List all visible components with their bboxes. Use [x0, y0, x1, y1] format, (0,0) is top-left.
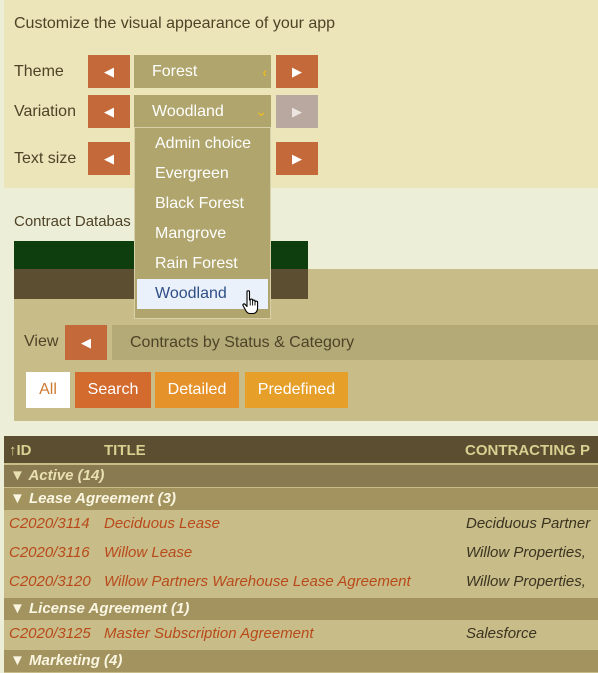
group-row-license[interactable]: ▼ License Agreement (1): [4, 598, 598, 620]
arrow-left-icon: ◀: [104, 103, 114, 119]
variation-select[interactable]: Woodland ⌄: [134, 95, 271, 128]
contract-database-label: Contract Databas: [14, 213, 131, 230]
chevron-down-icon: ⌄: [255, 103, 267, 119]
dropdown-option-admin-choice[interactable]: Admin choice: [135, 129, 270, 159]
textsize-decrease-button[interactable]: ◀: [88, 142, 130, 175]
row-id-link[interactable]: C2020/3125: [9, 620, 91, 648]
dropdown-option-rain-forest[interactable]: Rain Forest: [135, 249, 270, 279]
variation-prev-button[interactable]: ◀: [88, 95, 130, 128]
tab-predefined[interactable]: Predefined: [245, 372, 348, 408]
dropdown-option-mangrove[interactable]: Mangrove: [135, 219, 270, 249]
row-party: Deciduous Partner: [466, 515, 591, 532]
row-id-link[interactable]: C2020/3114: [9, 510, 90, 538]
variation-next-button[interactable]: ▶: [276, 95, 318, 128]
group-row-lease[interactable]: ▼ Lease Agreement (3): [4, 488, 598, 510]
column-header-id[interactable]: ↑ID: [9, 436, 32, 465]
table-row[interactable]: C2020/3125 Master Subscription Agreement…: [4, 620, 598, 649]
tab-detailed[interactable]: Detailed: [155, 372, 239, 408]
row-title-link[interactable]: Master Subscription Agreement: [104, 620, 314, 648]
theme-next-button[interactable]: ▶: [276, 55, 318, 88]
dropdown-option-black-forest[interactable]: Black Forest: [135, 189, 270, 219]
view-prev-button[interactable]: ◀: [65, 325, 107, 360]
textsize-label: Text size: [14, 150, 77, 167]
variation-select-value: Woodland: [152, 102, 224, 120]
theme-select[interactable]: Forest ‹: [134, 55, 271, 88]
contracts-table: ↑ID TITLE CONTRACTING P ▼ Active (14) ▼ …: [4, 436, 598, 673]
hand-cursor-icon: [242, 290, 259, 315]
dropdown-option-evergreen[interactable]: Evergreen: [135, 159, 270, 189]
variation-label: Variation: [14, 103, 76, 120]
customize-heading: Customize the visual appearance of your …: [14, 15, 336, 32]
arrow-right-icon: ▶: [292, 150, 302, 166]
textsize-increase-button[interactable]: ▶: [276, 142, 318, 175]
row-party: Willow Properties,: [466, 573, 586, 590]
row-title-link[interactable]: Willow Partners Warehouse Lease Agreemen…: [104, 568, 411, 596]
table-row[interactable]: C2020/3116 Willow Lease Willow Propertie…: [4, 539, 598, 568]
arrow-left-icon: ◀: [81, 334, 91, 350]
row-title-link[interactable]: Deciduous Lease: [104, 510, 220, 538]
column-header-party[interactable]: CONTRACTING P: [465, 436, 590, 465]
arrow-left-icon: ◀: [104, 150, 114, 166]
view-select[interactable]: Contracts by Status & Category: [112, 325, 598, 360]
row-party: Willow Properties,: [466, 544, 586, 561]
arrow-right-icon: ▶: [292, 103, 302, 119]
column-header-title[interactable]: TITLE: [104, 436, 146, 465]
theme-select-value: Forest: [152, 62, 198, 80]
table-row[interactable]: C2020/3114 Deciduous Lease Deciduous Par…: [4, 510, 598, 539]
table-header: ↑ID TITLE CONTRACTING P: [4, 436, 598, 463]
tab-search[interactable]: Search: [75, 372, 151, 408]
row-party: Salesforce: [466, 625, 537, 642]
arrow-left-icon: ◀: [104, 63, 114, 79]
group-row-marketing[interactable]: ▼ Marketing (4): [4, 650, 598, 672]
row-id-link[interactable]: C2020/3116: [9, 539, 90, 567]
theme-prev-button[interactable]: ◀: [88, 55, 130, 88]
row-title-link[interactable]: Willow Lease: [104, 539, 192, 567]
tab-all[interactable]: All: [26, 372, 70, 408]
arrow-right-icon: ▶: [292, 63, 302, 79]
chevron-left-icon: ‹: [262, 63, 267, 80]
table-row[interactable]: C2020/3120 Willow Partners Warehouse Lea…: [4, 568, 598, 597]
theme-label: Theme: [14, 63, 64, 80]
row-id-link[interactable]: C2020/3120: [9, 568, 91, 596]
group-row-active[interactable]: ▼ Active (14): [4, 465, 598, 487]
view-label: View: [24, 333, 59, 350]
